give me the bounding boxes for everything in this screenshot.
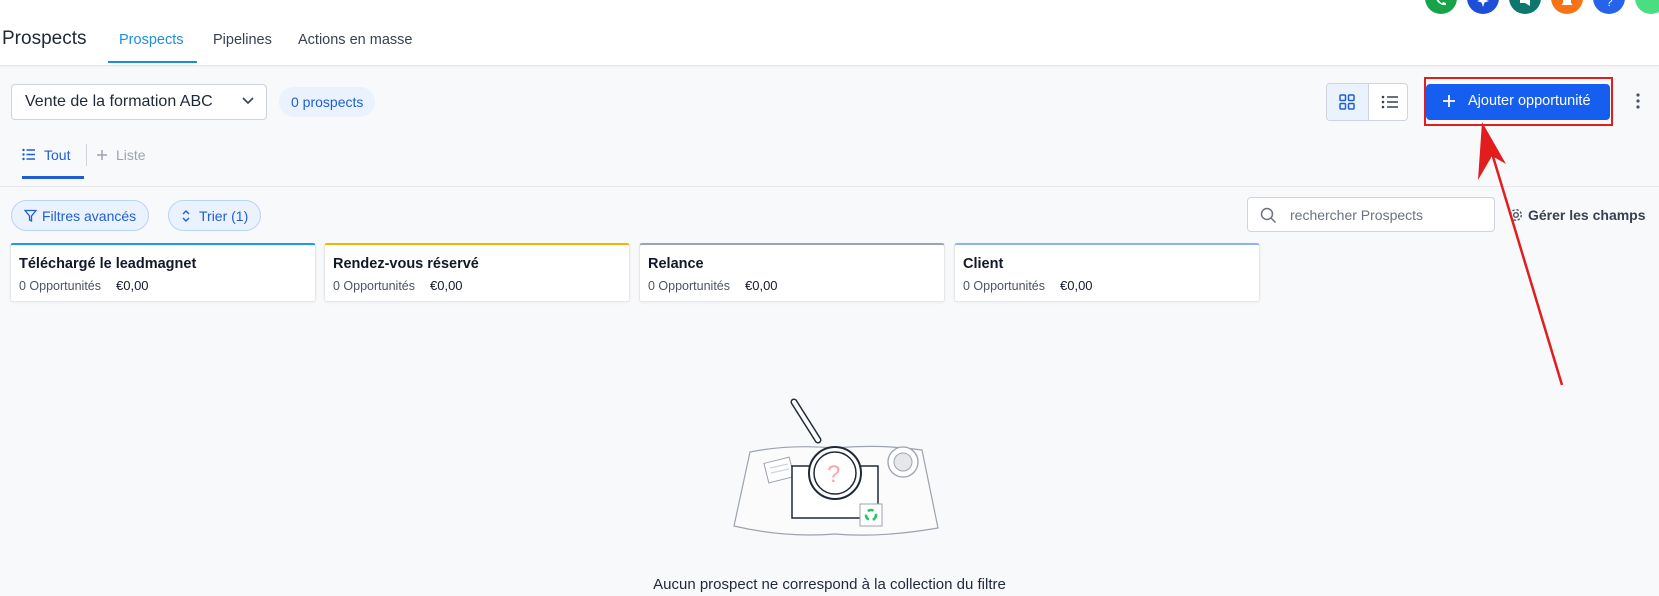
annotation-arrow: [1478, 122, 1564, 386]
stage-amount: €0,00: [116, 278, 149, 293]
divider: [0, 186, 1659, 187]
plus-icon: [97, 150, 107, 160]
sort-icon: [182, 210, 190, 222]
stage-amount: €0,00: [1060, 278, 1093, 293]
list-view-button[interactable]: [1368, 84, 1407, 120]
list-icon: [22, 148, 35, 161]
list-icon: [1381, 95, 1398, 109]
more-options-icon[interactable]: [1636, 92, 1640, 110]
stage-name: Téléchargé le leadmagnet: [19, 256, 197, 272]
help-icon[interactable]: ?: [1593, 0, 1625, 14]
stage-opportunity-count: 0 Opportunités: [648, 279, 730, 293]
stage-name: Client: [963, 256, 1004, 272]
stage-name: Relance: [648, 256, 704, 272]
stage-opportunity-count: 0 Opportunités: [333, 279, 415, 293]
filter-icon: [24, 209, 37, 222]
tab-liste-label: Liste: [116, 147, 146, 163]
stage-column-header: Client 0 Opportunités €0,00: [954, 243, 1260, 302]
search-icon: [1260, 207, 1277, 224]
annotation-highlight-box: [1424, 77, 1613, 126]
tab-pipelines[interactable]: Pipelines: [213, 32, 272, 48]
svg-text:?: ?: [827, 461, 840, 488]
empty-state-message: Aucun prospect ne correspond à la collec…: [653, 576, 1006, 593]
sort-button[interactable]: Trier (1): [168, 200, 262, 231]
stage-column-header: Rendez-vous réservé 0 Opportunités €0,00: [324, 243, 630, 302]
advanced-filters-button[interactable]: Filtres avancés: [11, 200, 150, 231]
phone-icon[interactable]: [1425, 0, 1457, 14]
tab-divider: [86, 144, 87, 166]
stage-opportunity-count: 0 Opportunités: [19, 279, 101, 293]
user-avatar[interactable]: [1635, 0, 1659, 14]
tab-prospects[interactable]: Prospects: [119, 32, 183, 48]
stage-amount: €0,00: [430, 278, 463, 293]
chevron-down-icon: [242, 97, 254, 105]
empty-state-illustration: ?: [733, 398, 939, 536]
pipeline-select[interactable]: Vente de la formation ABC: [11, 84, 267, 120]
search-field[interactable]: [1247, 197, 1495, 232]
search-input[interactable]: [1290, 205, 1486, 225]
megaphone-icon[interactable]: [1509, 0, 1541, 14]
tab-actions-en-masse[interactable]: Actions en masse: [298, 32, 412, 48]
stage-name: Rendez-vous réservé: [333, 256, 479, 272]
stage-column-header: Relance 0 Opportunités €0,00: [639, 243, 945, 302]
top-nav-bar: Prospects Prospects Pipelines Actions en…: [0, 0, 1659, 66]
stage-opportunity-count: 0 Opportunités: [963, 279, 1045, 293]
sort-label: Trier (1): [199, 208, 249, 224]
grid-view-button[interactable]: [1327, 84, 1368, 120]
bell-icon[interactable]: [1551, 0, 1583, 14]
view-toggle: [1326, 83, 1408, 121]
advanced-filters-label: Filtres avancés: [42, 208, 137, 224]
active-subtab-indicator: [22, 176, 84, 179]
prospect-count-badge: 0 prospects: [279, 87, 376, 117]
tab-tout-label: Tout: [44, 147, 71, 163]
svg-text:?: ?: [1606, 0, 1613, 8]
page-title: Prospects: [2, 28, 87, 49]
grid-icon: [1339, 94, 1355, 110]
sparkle-icon[interactable]: [1467, 0, 1499, 14]
active-tab-indicator: [108, 61, 197, 63]
stage-amount: €0,00: [745, 278, 778, 293]
stage-column-header: Téléchargé le leadmagnet 0 Opportunités …: [10, 243, 316, 302]
pipeline-select-value: Vente de la formation ABC: [25, 93, 213, 110]
